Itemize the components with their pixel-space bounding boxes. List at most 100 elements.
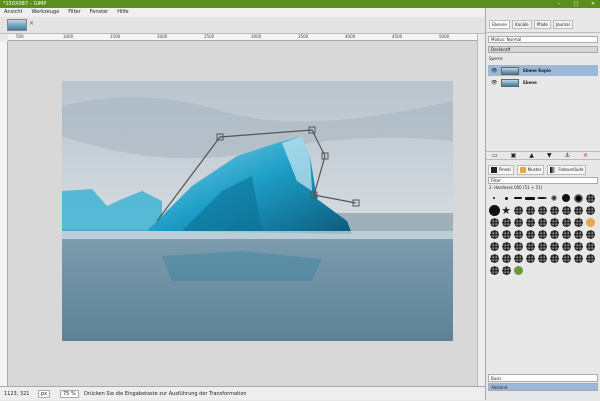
brush-item[interactable] xyxy=(488,252,500,264)
lower-layer-icon[interactable]: ▼ xyxy=(547,152,552,159)
layer-row[interactable]: 👁 Ebene xyxy=(488,77,598,88)
brush-item[interactable] xyxy=(500,264,512,276)
brush-item[interactable] xyxy=(560,240,572,252)
brush-item[interactable] xyxy=(584,192,596,204)
brush-item[interactable] xyxy=(536,240,548,252)
vertical-scrollbar[interactable] xyxy=(477,34,485,386)
eye-icon[interactable]: 👁 xyxy=(491,68,497,74)
brush-item[interactable] xyxy=(560,252,572,264)
brush-item[interactable] xyxy=(500,252,512,264)
brush-item[interactable] xyxy=(536,252,548,264)
tab-patterns[interactable]: Muster xyxy=(516,164,545,175)
brush-item[interactable] xyxy=(512,216,524,228)
brush-item[interactable] xyxy=(548,228,560,240)
brush-item[interactable] xyxy=(512,264,524,276)
tab-layers[interactable]: Ebenen xyxy=(489,20,511,29)
brush-item[interactable] xyxy=(500,216,512,228)
ruler-label: 500 xyxy=(16,34,24,39)
brush-item[interactable] xyxy=(584,228,596,240)
brush-item[interactable] xyxy=(524,204,536,216)
brush-item[interactable] xyxy=(536,204,548,216)
brush-item[interactable] xyxy=(560,204,572,216)
brush-item[interactable] xyxy=(512,192,524,204)
brush-item[interactable] xyxy=(572,216,584,228)
delete-layer-icon[interactable]: ✕ xyxy=(583,152,588,159)
brush-item[interactable] xyxy=(572,252,584,264)
brush-item[interactable] xyxy=(584,216,596,228)
brush-item[interactable] xyxy=(536,228,548,240)
brush-item[interactable] xyxy=(512,252,524,264)
brush-item[interactable] xyxy=(500,240,512,252)
image-canvas-iceberg[interactable] xyxy=(62,81,453,341)
brush-item[interactable] xyxy=(584,240,596,252)
unit-select[interactable]: px xyxy=(38,390,51,398)
brush-item[interactable] xyxy=(524,216,536,228)
brush-item[interactable] xyxy=(524,192,536,204)
brush-item[interactable] xyxy=(548,204,560,216)
brush-item[interactable] xyxy=(500,228,512,240)
menu-view[interactable]: Ansicht xyxy=(4,8,22,17)
vertical-ruler[interactable] xyxy=(0,41,8,386)
brush-item[interactable] xyxy=(548,252,560,264)
brush-item[interactable] xyxy=(512,204,524,216)
tab-gradients[interactable]: Farbverläufe xyxy=(547,164,587,175)
menu-windows[interactable]: Fenster xyxy=(90,8,109,17)
brush-item[interactable] xyxy=(548,216,560,228)
brush-item[interactable] xyxy=(488,204,500,216)
new-layer-icon[interactable]: ▭ xyxy=(492,152,498,159)
mode-select[interactable]: Modus: Normal xyxy=(488,36,598,43)
anchor-icon[interactable]: ⚓ xyxy=(565,152,570,159)
minimize-icon[interactable]: – xyxy=(554,0,564,8)
menu-filters[interactable]: Filter xyxy=(68,8,80,17)
menu-tools[interactable]: Werkzeuge xyxy=(31,8,59,17)
image-tab-thumbnail[interactable] xyxy=(7,19,27,31)
brush-item[interactable] xyxy=(584,252,596,264)
brush-item[interactable] xyxy=(560,216,572,228)
brush-item[interactable] xyxy=(548,192,560,204)
brush-item[interactable] xyxy=(572,240,584,252)
brush-filter-field[interactable]: Filter xyxy=(488,177,598,184)
eye-icon[interactable]: 👁 xyxy=(491,80,497,86)
layer-row[interactable]: 👁 Ebene Kopie xyxy=(488,65,598,76)
layer-thumbnail xyxy=(501,66,519,75)
tab-brushes[interactable]: Pinsel xyxy=(488,164,514,175)
folder-icon[interactable]: ▣ xyxy=(511,152,517,159)
tab-channels[interactable]: Kanäle xyxy=(512,20,532,29)
brush-item[interactable] xyxy=(572,228,584,240)
brush-item[interactable] xyxy=(572,204,584,216)
brush-item[interactable] xyxy=(536,216,548,228)
maximize-icon[interactable]: □ xyxy=(571,0,581,8)
dock-panel: Ebenen Kanäle Pfade Journal Modus: Norma… xyxy=(485,8,600,400)
brush-item[interactable] xyxy=(572,192,584,204)
tab-paths[interactable]: Pfade xyxy=(533,20,551,29)
horizontal-ruler[interactable]: 500 1000 1500 2000 2500 3000 3500 4000 4… xyxy=(8,34,477,41)
brush-item[interactable] xyxy=(488,216,500,228)
brush-item[interactable] xyxy=(488,264,500,276)
brush-item[interactable] xyxy=(500,192,512,204)
ruler-label: 4000 xyxy=(345,34,356,39)
brush-item[interactable] xyxy=(488,240,500,252)
tab-close-icon[interactable]: × xyxy=(29,20,34,27)
close-icon[interactable]: ✕ xyxy=(588,0,598,8)
brush-item[interactable] xyxy=(488,228,500,240)
raise-layer-icon[interactable]: ▲ xyxy=(529,152,534,159)
brush-item[interactable] xyxy=(560,228,572,240)
menu-help[interactable]: Hilfe xyxy=(117,8,128,17)
zoom-select[interactable]: 75 % xyxy=(60,390,79,398)
spacing-slider[interactable]: Abstand xyxy=(488,383,598,391)
brush-item[interactable] xyxy=(524,228,536,240)
brush-item[interactable] xyxy=(560,192,572,204)
brush-tag-field[interactable]: Basis xyxy=(488,374,598,382)
brush-item[interactable] xyxy=(524,240,536,252)
brush-item[interactable] xyxy=(548,240,560,252)
tab-history[interactable]: Journal xyxy=(552,20,573,29)
brush-item[interactable] xyxy=(488,192,500,204)
ruler-label: 3000 xyxy=(251,34,262,39)
brush-item[interactable]: ★ xyxy=(500,204,512,217)
brush-item[interactable] xyxy=(584,204,596,216)
brush-item[interactable] xyxy=(512,240,524,252)
opacity-slider[interactable]: Deckkraft xyxy=(488,46,598,53)
brush-item[interactable] xyxy=(512,228,524,240)
brush-item[interactable] xyxy=(524,252,536,264)
brush-item[interactable] xyxy=(536,192,548,204)
